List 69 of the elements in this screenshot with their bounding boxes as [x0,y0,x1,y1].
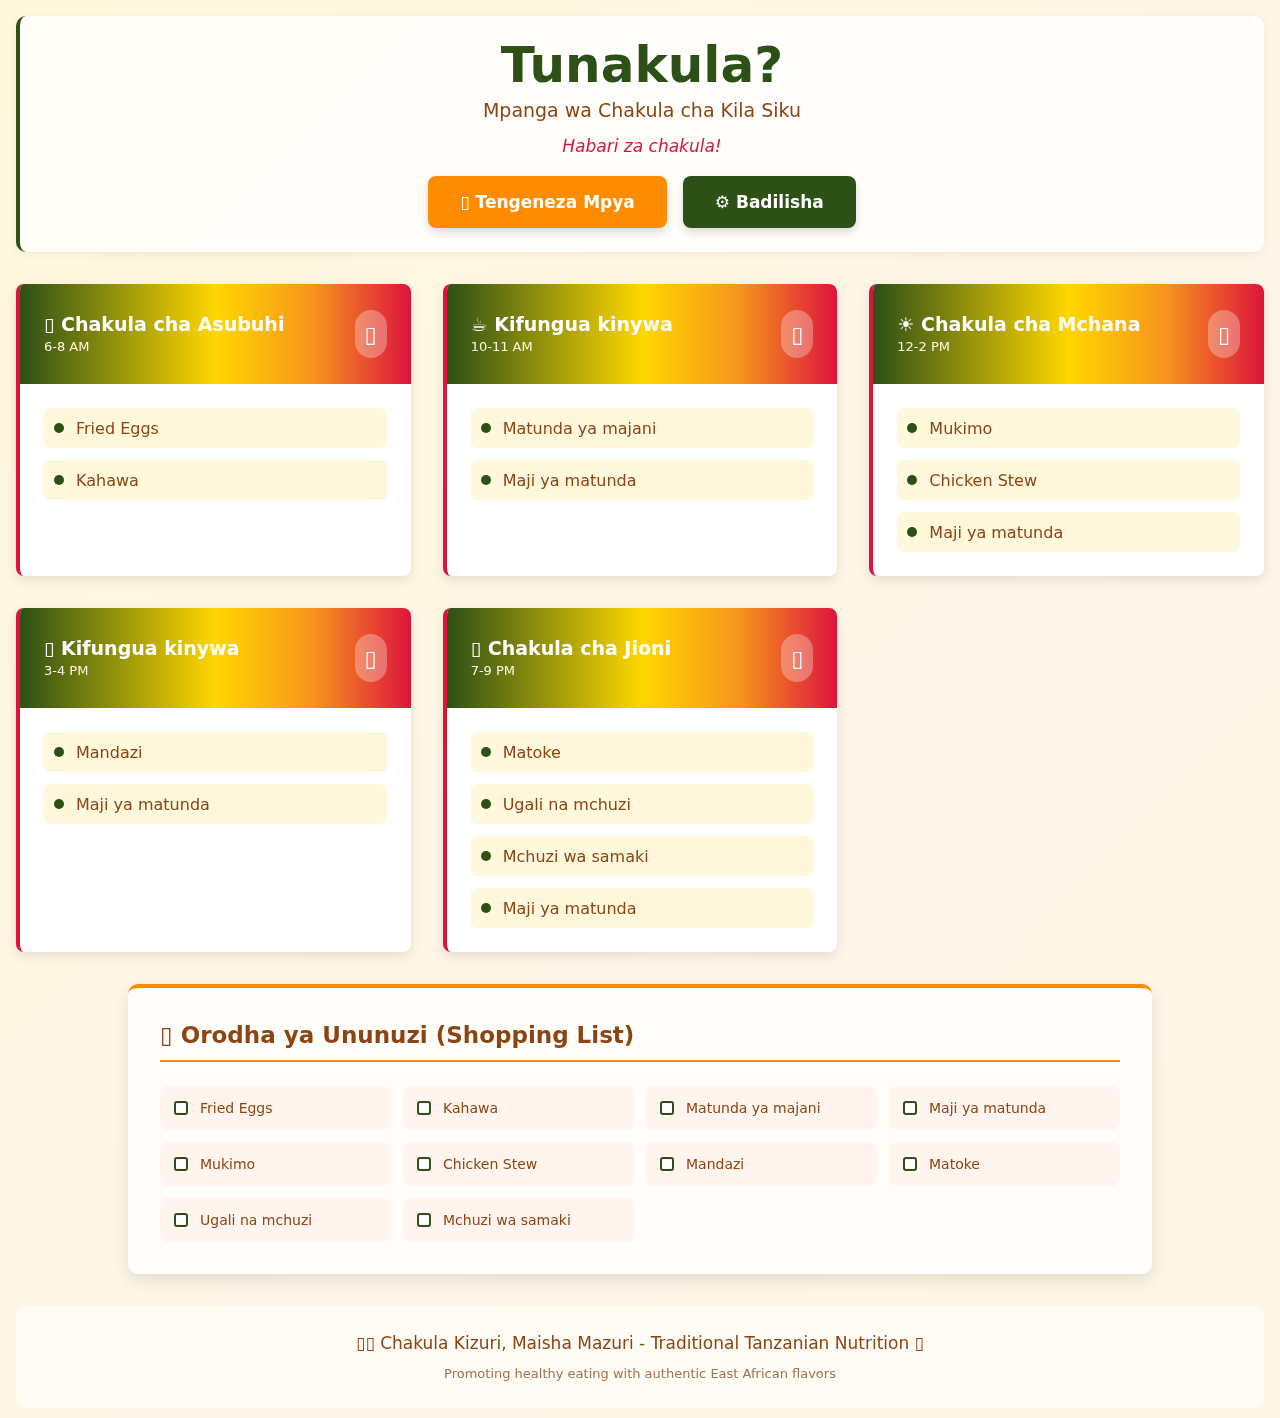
checkbox[interactable] [903,1157,917,1171]
refresh-button[interactable]: ▯ [1208,310,1240,358]
meal-title: ▯ Chakula cha Jioni [470,636,672,660]
meal-item-label: Matoke [502,742,561,762]
meal-item-label: Mandazi [76,742,143,762]
meal-item-label: Maji ya matunda [502,898,637,918]
checkbox[interactable] [174,1101,188,1115]
shopping-item-label: Mchuzi wa samaki [443,1212,571,1228]
footer-subtext: Promoting healthy eating with authentic East African flavors [444,1365,836,1383]
meal-item-label: Mchuzi wa samaki [502,846,649,866]
meal-time: 12-2 PM [897,338,952,356]
meal-item-label: Maji ya matunda [76,794,210,814]
checkbox[interactable] [417,1157,431,1171]
footer-text: ▯▯ Chakula Kizuri, Maisha Mazuri - Traditional Tanzanian Nutrition ▯ [356,1332,924,1355]
meal-time: 10-11 AM [470,338,534,356]
bullet-dot-icon [480,799,491,809]
meal-time: 6-8 AM [44,338,91,356]
checkbox[interactable] [417,1213,431,1227]
subtitle: Mpanga wa Chakula cha Kila Siku [482,98,802,122]
bullet-dot-icon [480,475,491,485]
bullet-dot-icon [54,475,64,485]
shopping-item-label: Kahawa [443,1100,498,1116]
bullet-dot-icon [480,747,491,757]
meal-title: ☀ Chakula cha Mchana [897,312,1141,336]
shopping-item-label: Matunda ya majani [686,1100,821,1116]
meal-title: ▯ Chakula cha Asubuhi [44,312,285,336]
meal-item-label: Chicken Stew [929,470,1037,490]
generate-button[interactable]: ▯ Tengeneza Mpya [428,176,667,228]
bullet-dot-icon [907,527,918,537]
meal-title: ▯ Kifungua kinywa [44,636,240,660]
bullet-dot-icon [54,423,64,433]
refresh-button[interactable]: ▯ [781,310,814,358]
app-title: Tunakula? [500,36,784,94]
bullet-dot-icon [907,423,918,433]
shopping-item-label: Matoke [929,1156,980,1172]
bullet-dot-icon [480,903,491,913]
meal-item-label: Maji ya matunda [929,522,1064,542]
meal-item-label: Ugali na mchuzi [502,794,631,814]
meal-item-label: Mukimo [929,418,993,438]
refresh-button[interactable]: ▯ [781,634,814,682]
meal-time: 7-9 PM [470,662,517,680]
checkbox[interactable] [660,1157,674,1171]
checkbox[interactable] [174,1213,188,1227]
shopping-item-label: Ugali na mchuzi [200,1212,313,1228]
shopping-item-label: Fried Eggs [200,1100,273,1116]
shopping-item-label: Maji ya matunda [929,1100,1047,1116]
checkbox[interactable] [417,1101,431,1115]
meal-item-label: Matunda ya majani [502,418,657,438]
bullet-dot-icon [480,851,491,861]
refresh-button[interactable]: ▯ [354,634,387,682]
shopping-item-label: Chicken Stew [443,1156,538,1172]
checkbox[interactable] [660,1101,674,1115]
meal-item-label: Kahawa [76,470,139,490]
bullet-dot-icon [907,475,918,485]
meal-time: 3-4 PM [44,662,90,680]
meal-item-label: Maji ya matunda [502,470,637,490]
edit-button[interactable]: ⚙ Badilisha [682,176,856,228]
shopping-item-label: Mandazi [686,1156,745,1172]
bullet-dot-icon [54,747,64,757]
bullet-dot-icon [54,799,64,809]
bullet-dot-icon [480,423,491,433]
meal-title: ☕ Kifungua kinywa [470,312,673,336]
shopping-item-label: Mukimo [200,1156,256,1172]
meal-item-label: Fried Eggs [76,418,159,438]
checkbox[interactable] [174,1157,188,1171]
checkbox[interactable] [903,1101,917,1115]
shopping-list-title: ▯ Orodha ya Ununuzi (Shopping List) [160,1020,1120,1062]
tagline: Habari za chakula! [562,135,722,158]
refresh-button[interactable]: ▯ [354,310,387,358]
